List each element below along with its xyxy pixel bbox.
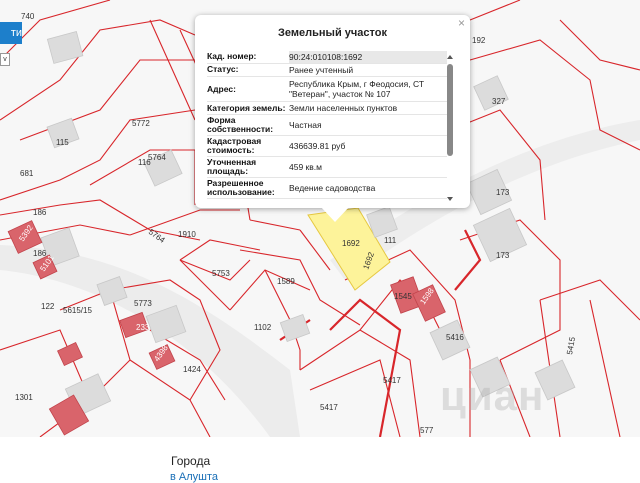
label-5416: 5416 xyxy=(446,333,464,342)
label-1692a: 1692 xyxy=(342,239,360,248)
label-111: 111 xyxy=(384,236,397,245)
scroll-thumb[interactable] xyxy=(447,64,453,156)
label-186b: 186 xyxy=(33,249,47,258)
label-122: 122 xyxy=(41,302,55,311)
label-5615-15: 5615/15 xyxy=(63,306,92,315)
close-icon[interactable]: × xyxy=(458,16,465,30)
label-681: 681 xyxy=(20,169,34,178)
label-327: 327 xyxy=(492,97,506,106)
label-1102: 1102 xyxy=(254,323,272,332)
info-row-ownership: Форма собственности: Частная xyxy=(207,115,447,136)
label-5417b: 5417 xyxy=(320,403,338,412)
row-label: Категория земель: xyxy=(207,102,286,113)
scroll-down-icon[interactable] xyxy=(447,197,453,201)
label-192: 192 xyxy=(472,36,486,45)
cities-heading: Города xyxy=(171,454,211,468)
info-row-category: Категория земель: Земли населенных пункт… xyxy=(207,102,447,115)
cadastral-map[interactable]: 740 192 327 115 5772 5764 116 681 186 18… xyxy=(0,0,640,437)
label-186a: 186 xyxy=(33,208,47,217)
label-1424: 1424 xyxy=(183,365,201,374)
label-5773: 5773 xyxy=(134,299,152,308)
label-5415: 5415 xyxy=(565,336,577,356)
row-label: Статус: xyxy=(207,64,239,74)
label-577: 577 xyxy=(420,426,434,435)
label-5753: 5753 xyxy=(212,269,230,278)
row-label: Кадастровая стоимость: xyxy=(207,136,262,155)
row-label: Разрешенное использование: xyxy=(207,178,275,197)
popup-pointer xyxy=(320,206,350,222)
row-value: 459 кв.м xyxy=(289,162,322,172)
row-value[interactable]: 90:24:010108:1692 xyxy=(289,51,447,63)
label-116: 116 xyxy=(138,158,151,167)
footer: Города в Алушта xyxy=(0,437,640,483)
label-1910: 1910 xyxy=(178,230,196,239)
popup-title: Земельный участок xyxy=(278,27,387,39)
row-value: Ранее учтенный xyxy=(289,65,354,75)
popup-body[interactable]: Кад. номер: 90:24:010108:1692 Статус: Ра… xyxy=(207,51,447,203)
row-label: Кад. номер: xyxy=(207,51,257,61)
label-740: 740 xyxy=(21,12,35,21)
row-value: Земли населенных пунктов xyxy=(289,103,398,113)
row-value: Частная xyxy=(289,120,322,130)
label-5417a: 5417 xyxy=(383,376,401,385)
find-button[interactable]: ти xyxy=(0,22,22,44)
row-label: Уточненная площадь: xyxy=(207,157,257,176)
scroll-up-icon[interactable] xyxy=(447,55,453,59)
label-1589: 1589 xyxy=(277,277,295,286)
label-173b: 173 xyxy=(496,251,510,260)
row-value: Ведение садоводства xyxy=(289,183,376,193)
label-115: 115 xyxy=(56,138,69,147)
label-1301: 1301 xyxy=(15,393,33,402)
info-row-cadastral-number: Кад. номер: 90:24:010108:1692 xyxy=(207,51,447,64)
layer-select[interactable]: v xyxy=(0,53,10,66)
info-row-permitted-use: Разрешенное использование: Ведение садов… xyxy=(207,178,447,199)
info-row-area: Уточненная площадь: 459 кв.м xyxy=(207,157,447,178)
row-value: Республика Крым, г Феодосия, СТ "Ветеран… xyxy=(289,79,425,99)
label-233: 233 xyxy=(136,323,150,332)
label-173a: 173 xyxy=(496,188,510,197)
city-link[interactable]: в Алушта xyxy=(170,471,218,483)
label-5764-b: 5764 xyxy=(147,227,167,245)
row-label: Форма собственности: xyxy=(207,115,274,134)
label-1545: 1545 xyxy=(394,292,412,301)
row-label: Адрес: xyxy=(207,83,236,94)
watermark: циан xyxy=(440,372,545,419)
row-value: 436639.81 руб xyxy=(289,141,346,151)
label-5772: 5772 xyxy=(132,119,150,128)
parcel-info-popup: Земельный участок × Кад. номер: 90:24:01… xyxy=(195,15,470,208)
info-row-address: Адрес: Республика Крым, г Феодосия, СТ "… xyxy=(207,77,447,102)
info-row-cost: Кадастровая стоимость: 436639.81 руб xyxy=(207,136,447,157)
info-row-status: Статус: Ранее учтенный xyxy=(207,64,447,77)
